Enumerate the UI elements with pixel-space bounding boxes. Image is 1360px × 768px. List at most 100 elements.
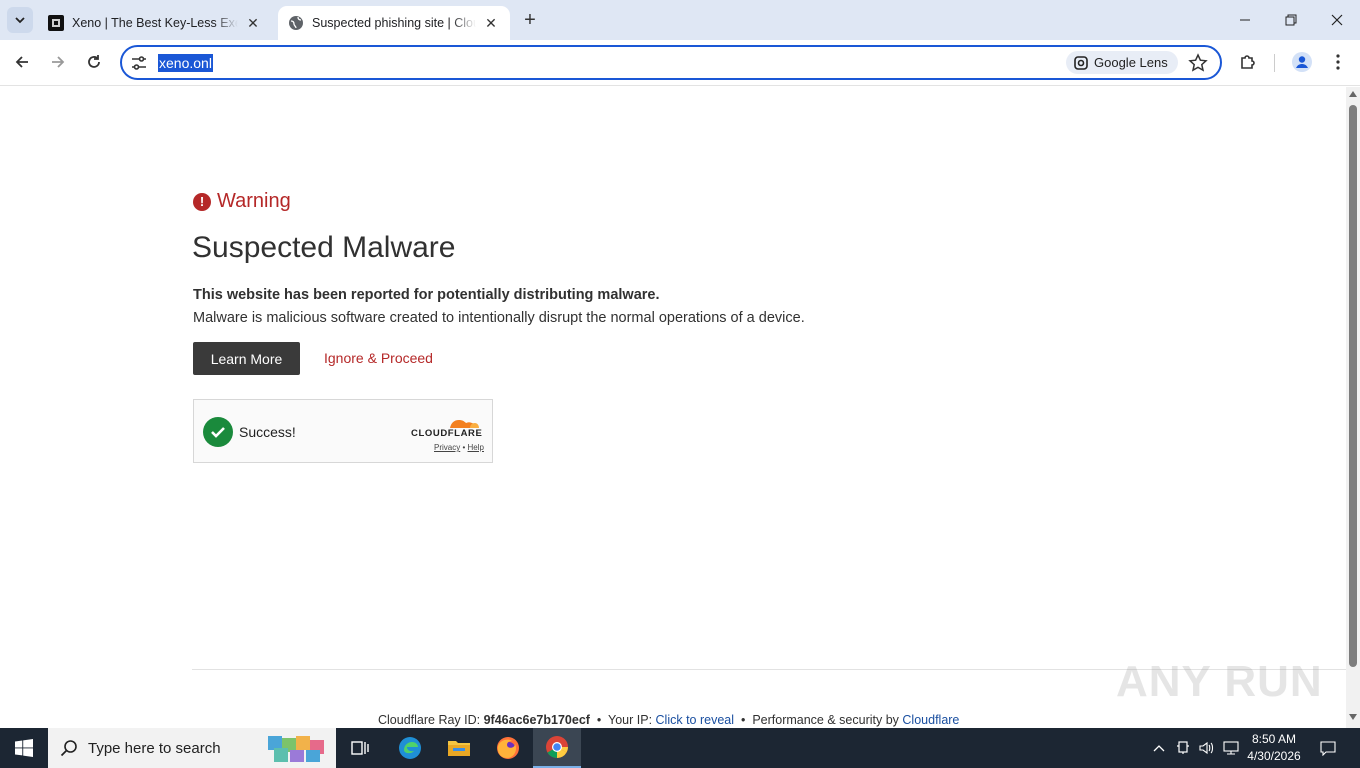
restore-button[interactable] — [1268, 0, 1314, 40]
page-scrollbar[interactable] — [1346, 87, 1360, 728]
folder-icon — [448, 741, 470, 756]
exclamation-circle-icon: ! — [193, 192, 211, 211]
ip-label: Your IP: — [608, 713, 653, 727]
camera-search-icon — [1074, 55, 1088, 70]
tab-search-button[interactable] — [7, 7, 33, 33]
puzzle-icon — [1241, 55, 1255, 69]
network-tray-button[interactable] — [1173, 728, 1193, 768]
tab-strip: Xeno | The Best Key-Less Executor ✕ Susp… — [0, 0, 1360, 40]
profile-button[interactable] — [1288, 48, 1316, 76]
browser-toolbar: xeno.onl Google Lens — [0, 40, 1360, 86]
globe-icon — [288, 15, 304, 31]
taskbar-clock[interactable]: 8:50 AM 4/30/2026 — [1242, 731, 1306, 765]
speaker-icon — [1199, 741, 1214, 755]
tab-title: Suspected phishing site | Cloudflare — [312, 16, 476, 30]
cloudflare-footer: Cloudflare Ray ID: 9f46ac6e7b170ecf • Yo… — [378, 713, 959, 727]
kebab-menu-icon — [1336, 54, 1340, 70]
cloudflare-brand-text: CLOUDFLARE — [411, 428, 483, 439]
search-icon — [60, 740, 77, 757]
tab-title: Xeno | The Best Key-Less Executor — [72, 16, 238, 30]
edge-icon — [399, 737, 421, 759]
back-button[interactable] — [8, 48, 36, 76]
xeno-favicon-icon — [48, 15, 64, 31]
forward-arrow-icon — [52, 56, 65, 68]
notifications-button[interactable] — [1314, 728, 1342, 768]
chrome-icon — [546, 736, 568, 758]
footer-bullet: • — [740, 713, 746, 727]
input-indicator-icon — [1223, 741, 1239, 755]
page-title: Suspected Malware — [192, 231, 456, 264]
google-lens-label: Google Lens — [1094, 55, 1168, 70]
warning-description: Malware is malicious software created to… — [193, 310, 805, 326]
search-placeholder: Type here to search — [88, 739, 221, 757]
notification-icon — [1320, 741, 1336, 756]
ray-id-label: Cloudflare Ray ID: — [378, 713, 481, 727]
ray-id-value: 9f46ac6e7b170ecf — [483, 713, 590, 727]
tab-xeno[interactable]: Xeno | The Best Key-Less Executor ✕ — [38, 6, 272, 40]
search-highlight-icon — [268, 736, 324, 762]
windows-taskbar: Type here to search 8:50 AM 4/30/2026 — [0, 728, 1360, 768]
forward-button[interactable] — [44, 48, 72, 76]
warning-summary: This website has been reported for poten… — [193, 287, 660, 303]
minimize-button[interactable] — [1222, 0, 1268, 40]
tab-close-icon[interactable]: ✕ — [244, 14, 262, 32]
google-lens-button[interactable]: Google Lens — [1066, 51, 1178, 74]
close-icon — [1331, 14, 1343, 26]
chevron-down-icon — [15, 17, 25, 24]
tab-close-icon[interactable]: ✕ — [482, 14, 500, 32]
anyrun-watermark: ANY RUN — [1116, 657, 1323, 706]
link-separator: • — [462, 443, 466, 452]
reload-icon — [88, 55, 100, 68]
site-settings-icon[interactable] — [130, 54, 148, 72]
clock-time: 8:50 AM — [1251, 732, 1297, 746]
task-view-icon — [351, 741, 369, 755]
task-view-button[interactable] — [336, 728, 384, 768]
toolbar-divider — [1274, 54, 1275, 72]
reload-button[interactable] — [80, 48, 108, 76]
volume-tray-button[interactable] — [1196, 728, 1218, 768]
url-text[interactable]: xeno.onl — [158, 54, 213, 72]
taskbar-search-box[interactable]: Type here to search — [48, 728, 336, 768]
turnstile-links: Privacy • Help — [434, 443, 484, 452]
firefox-taskbar-button[interactable] — [484, 728, 532, 768]
bookmark-star-icon[interactable] — [1188, 53, 1208, 73]
firefox-icon — [497, 737, 519, 759]
edge-taskbar-button[interactable] — [386, 728, 434, 768]
language-tray-button[interactable] — [1220, 728, 1242, 768]
windows-logo-icon — [15, 739, 33, 757]
clock-date: 4/30/2026 — [1247, 749, 1301, 763]
warning-text: Warning — [217, 190, 291, 212]
turnstile-status: Success! — [239, 424, 296, 440]
show-hidden-icons-button[interactable] — [1150, 728, 1168, 768]
success-check-icon — [203, 417, 233, 447]
cloudflare-link[interactable]: Cloudflare — [902, 713, 959, 727]
start-button[interactable] — [0, 728, 48, 768]
restore-icon — [1285, 14, 1297, 26]
address-bar[interactable]: xeno.onl Google Lens — [120, 45, 1222, 80]
help-link[interactable]: Help — [468, 443, 484, 452]
ignore-proceed-link[interactable]: Ignore & Proceed — [324, 350, 433, 366]
network-icon — [1177, 741, 1189, 754]
learn-more-button[interactable]: Learn More — [193, 342, 300, 375]
scrollbar-thumb[interactable] — [1349, 105, 1357, 667]
privacy-link[interactable]: Privacy — [434, 443, 460, 452]
scroll-up-icon[interactable] — [1349, 91, 1357, 97]
back-arrow-icon — [15, 56, 28, 68]
chevron-up-icon — [1153, 745, 1165, 752]
performance-label: Performance & security by — [752, 713, 899, 727]
avatar-icon — [1292, 52, 1312, 72]
page-content: ! Warning Suspected Malware This website… — [0, 87, 1346, 728]
footer-bullet: • — [596, 713, 602, 727]
menu-button[interactable] — [1324, 48, 1352, 76]
tab-phishing-warning[interactable]: Suspected phishing site | Cloudflare ✕ — [278, 6, 510, 40]
file-explorer-taskbar-button[interactable] — [435, 728, 483, 768]
chrome-taskbar-button[interactable] — [533, 728, 581, 768]
minimize-icon — [1240, 19, 1250, 21]
warning-label: ! Warning — [193, 190, 291, 213]
new-tab-button[interactable]: + — [519, 9, 541, 31]
scroll-down-icon[interactable] — [1349, 714, 1357, 720]
close-window-button[interactable] — [1314, 0, 1360, 40]
cloudflare-turnstile-widget: Success! CLOUDFLARE Privacy • Help — [193, 399, 493, 463]
reveal-ip-link[interactable]: Click to reveal — [656, 713, 735, 727]
extensions-button[interactable] — [1234, 48, 1262, 76]
